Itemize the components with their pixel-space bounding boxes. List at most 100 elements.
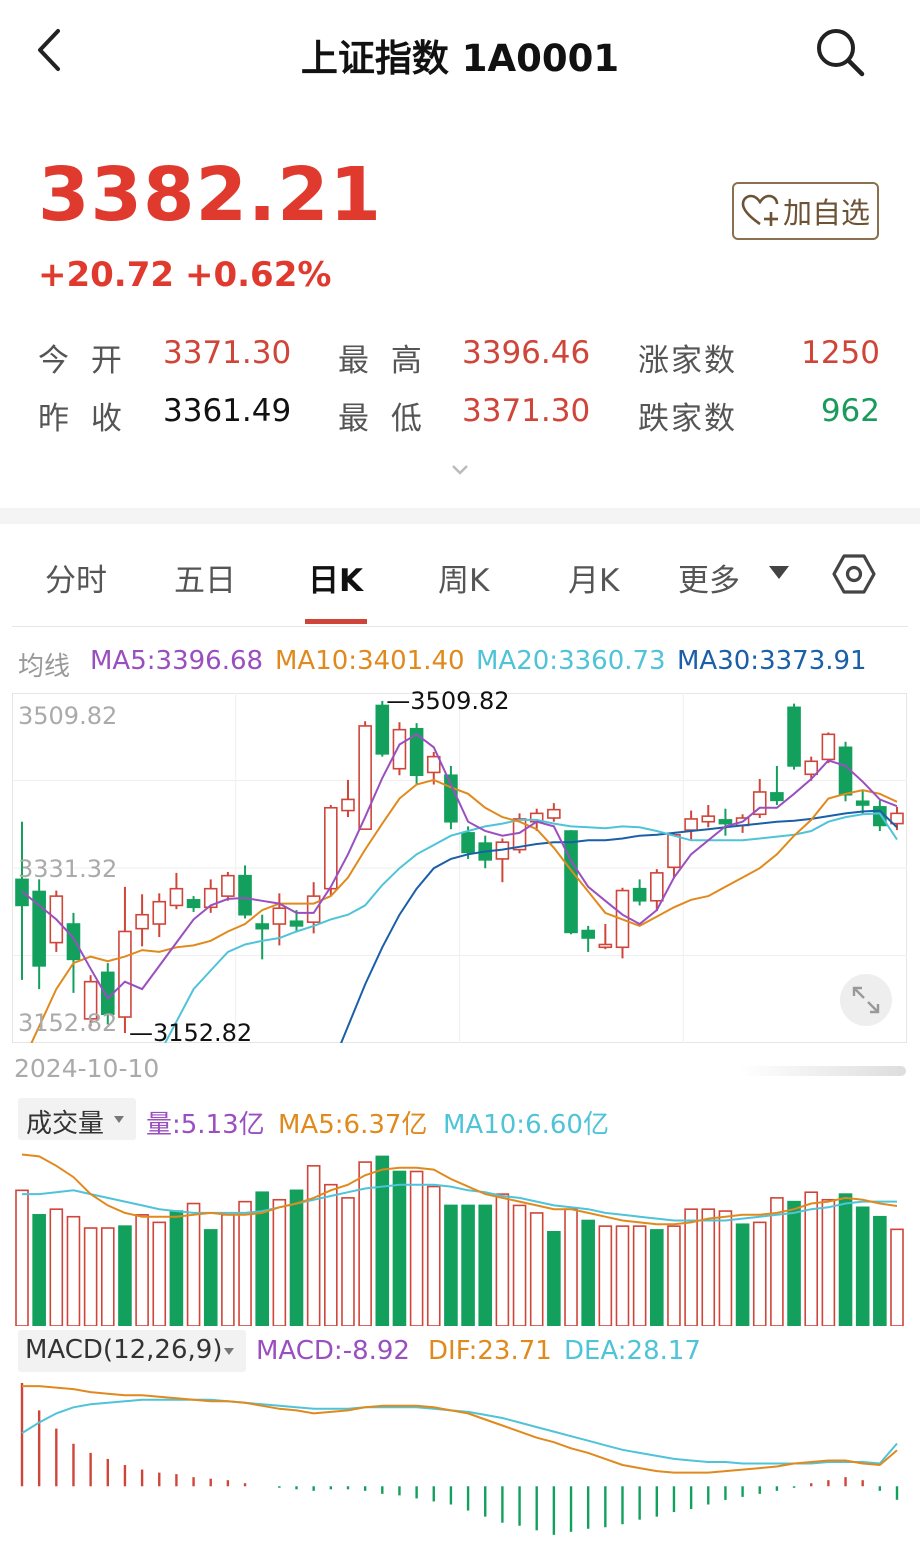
search-icon[interactable] [812, 24, 868, 80]
low-marker-value: 3152.82 [152, 1019, 253, 1047]
volume-bar-40 [701, 1208, 716, 1326]
candle-body-20 [358, 725, 372, 830]
volume-dropdown-icon [114, 1116, 124, 1123]
candle-body-22 [392, 728, 407, 770]
candle-37 [650, 869, 664, 912]
decliners-value: 962 [820, 393, 880, 429]
volume-ma10: MA10:6.60亿 [443, 1110, 609, 1140]
candle-body-31 [547, 808, 561, 819]
candle-1 [32, 879, 46, 990]
high-value: 3396.46 [462, 335, 591, 371]
volume-bar-13 [238, 1200, 252, 1326]
price-change-percent: +0.62% [185, 255, 332, 295]
candle-body-37 [650, 872, 664, 902]
volume-bar-42 [735, 1223, 750, 1326]
current-price: 3382.21 [38, 152, 383, 238]
candle-body-16 [289, 920, 304, 927]
ma30-line [331, 811, 897, 1043]
volume-bar-39 [684, 1208, 698, 1326]
candle-18 [324, 804, 338, 897]
macd-chart[interactable] [12, 1376, 907, 1551]
candle-body-34 [598, 943, 613, 949]
volume-bar-15 [272, 1198, 287, 1326]
candle-body-45 [787, 706, 801, 767]
volume-bar-21 [375, 1155, 390, 1326]
high-marker-value: 3509.82 [410, 687, 510, 715]
scroll-position-bar[interactable] [740, 1062, 906, 1080]
volume-bar-17 [306, 1165, 321, 1326]
tab-daily-k[interactable]: 日K [308, 555, 363, 600]
candle-14 [255, 914, 269, 960]
volume-bar-19 [341, 1197, 355, 1326]
candle-body-26 [461, 832, 475, 854]
candle-3 [66, 912, 81, 993]
candle-body-41 [718, 819, 733, 825]
volume-bar-1 [32, 1214, 46, 1326]
price-change: +20.72 [38, 255, 175, 295]
candle-47 [821, 732, 836, 764]
page-title: 上证指数 1A0001 [300, 37, 620, 80]
volume-bar-12 [221, 1214, 235, 1326]
candle-body-17 [306, 895, 321, 923]
candle-45 [787, 703, 801, 770]
settings-hexagon-icon[interactable] [832, 552, 876, 596]
volume-bar-7 [135, 1214, 149, 1326]
candle-22 [392, 722, 407, 776]
candle-body-12 [221, 874, 235, 897]
decliners-label: 跌家数 [638, 401, 737, 437]
low-marker: —3152.82 [128, 1019, 253, 1047]
candle-body-40 [701, 815, 716, 823]
volume-indicator-selector[interactable]: 成交量 [18, 1098, 136, 1140]
candle-19 [341, 779, 355, 818]
volume-bar-2 [49, 1208, 64, 1326]
add-watchlist-button[interactable]: 加自选 [732, 182, 879, 240]
volume-ma5: MA5:6.37亿 [278, 1110, 428, 1140]
fullscreen-button[interactable] [840, 974, 892, 1026]
macd-selector-label: MACD(12,26,9) [25, 1335, 223, 1365]
ma30-legend: MA30:3373.91 [677, 646, 867, 676]
volume-bar-38 [667, 1225, 681, 1326]
volume-bar-49 [855, 1206, 870, 1326]
volume-bar-29 [512, 1204, 527, 1326]
kline-chart[interactable] [12, 693, 907, 1043]
dea-value: DEA:28.17 [564, 1336, 701, 1366]
candle-32 [564, 830, 578, 935]
volume-bar-48 [838, 1193, 853, 1326]
candle-body-32 [564, 830, 578, 934]
low-label: 最 低 [338, 401, 428, 437]
tab-more[interactable]: 更多 [678, 555, 740, 600]
macd-indicator-selector[interactable]: MACD(12,26,9) [18, 1330, 246, 1372]
volume-bar-50 [873, 1215, 887, 1326]
volume-bar-33 [581, 1219, 595, 1326]
volume-chart[interactable] [12, 1143, 907, 1326]
volume-bar-26 [461, 1204, 475, 1326]
volume-selector-label: 成交量 [26, 1109, 105, 1139]
candle-36 [632, 879, 647, 906]
candle-39 [684, 810, 698, 840]
volume-bar-46 [804, 1191, 819, 1326]
volume-value: 量:5.13亿 [146, 1110, 265, 1140]
macd-value: MACD:-8.92 [256, 1336, 410, 1366]
y-tick-mid: 3331.32 [18, 855, 118, 883]
volume-bar-10 [186, 1202, 201, 1326]
tab-monthly-k[interactable]: 月K [568, 555, 619, 600]
volume-bar-35 [615, 1225, 630, 1326]
more-dropdown-icon[interactable] [768, 565, 790, 581]
add-watchlist-label: 加自选 [782, 196, 870, 230]
candle-body-19 [341, 798, 355, 812]
volume-bar-41 [718, 1210, 733, 1326]
tab-intraday[interactable]: 分时 [45, 555, 107, 600]
expand-chevron-icon[interactable] [450, 462, 470, 478]
advancers-label: 涨家数 [638, 343, 737, 379]
volume-bar-22 [392, 1170, 407, 1326]
tab-weekly-k[interactable]: 周K [438, 555, 489, 600]
candle-body-33 [581, 929, 595, 939]
volume-bar-36 [632, 1225, 647, 1326]
candle-10 [186, 896, 201, 912]
ma-legend-label: 均线 [18, 652, 71, 682]
tab-five-day[interactable]: 五日 [174, 555, 236, 600]
volume-bar-8 [152, 1221, 167, 1326]
volume-bar-30 [529, 1212, 544, 1326]
volume-bar-3 [66, 1215, 81, 1326]
volume-bar-23 [409, 1170, 424, 1326]
